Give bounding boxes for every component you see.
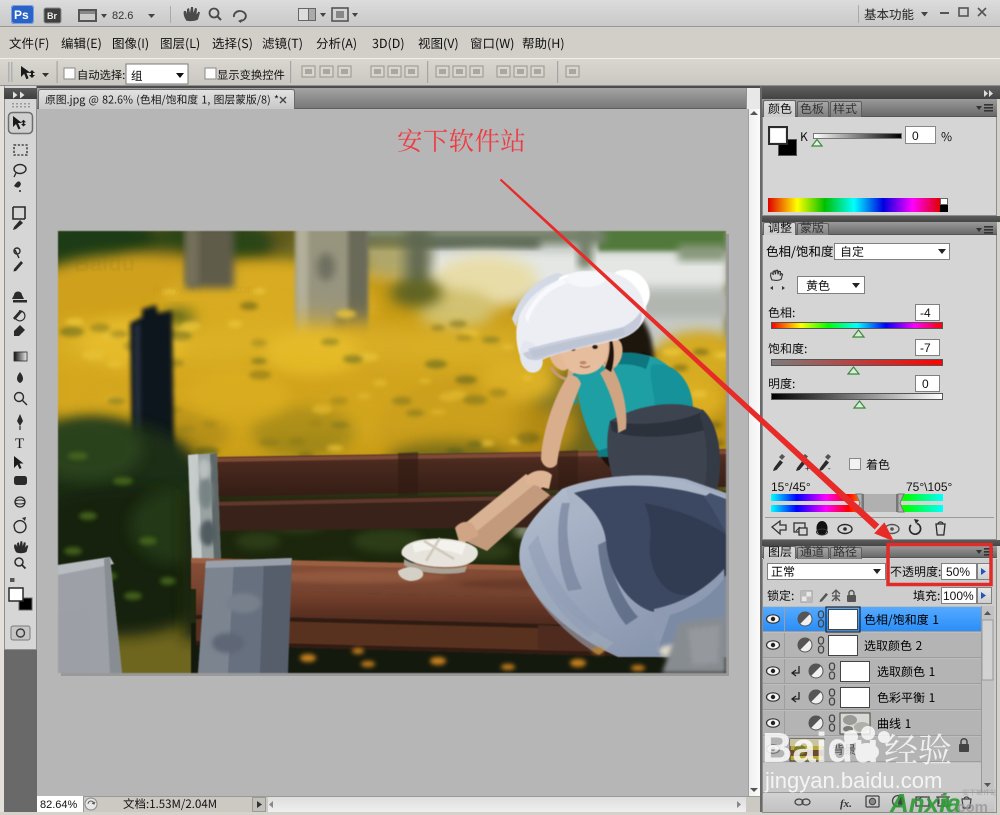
svg-text:0: 0 — [912, 129, 919, 143]
svg-text:15°/45°: 15°/45° — [771, 480, 811, 494]
svg-text:Br: Br — [47, 11, 57, 21]
svg-text:100%: 100% — [943, 589, 974, 603]
svg-text:-7: -7 — [920, 341, 931, 355]
svg-text:Ps: Ps — [14, 8, 29, 22]
svg-text:fx.: fx. — [840, 798, 852, 810]
svg-text:82.6: 82.6 — [112, 10, 133, 22]
svg-text:-: - — [828, 464, 831, 473]
svg-text:0: 0 — [922, 377, 929, 391]
svg-text:50%: 50% — [946, 565, 970, 579]
svg-text:82.64%: 82.64% — [40, 799, 78, 811]
svg-text:.com: .com — [953, 799, 988, 815]
svg-text:T: T — [15, 436, 24, 452]
svg-text:75°\105°: 75°\105° — [906, 480, 953, 494]
svg-text:-4: -4 — [920, 306, 931, 320]
